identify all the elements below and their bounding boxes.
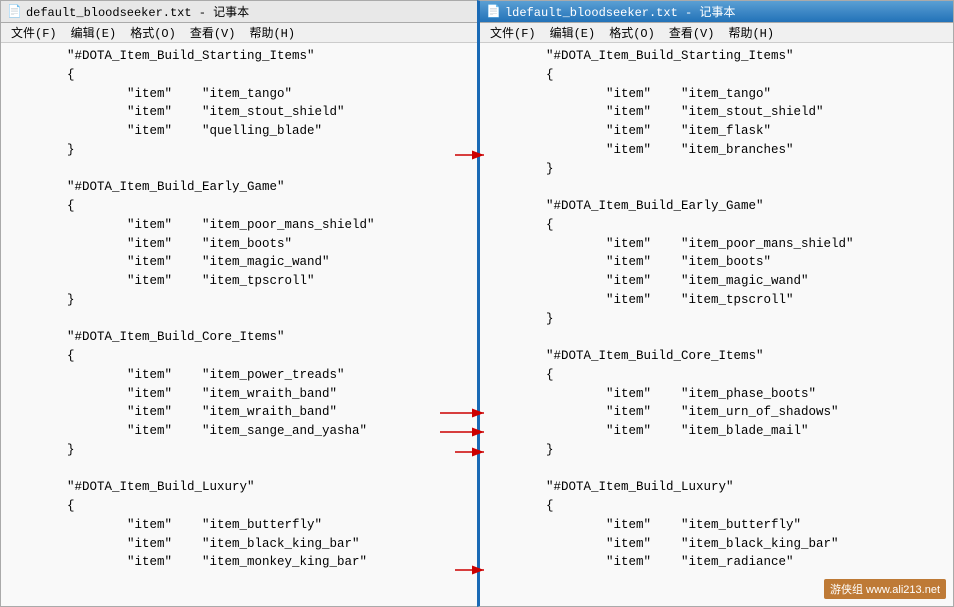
left-menu-file[interactable]: 文件(F) xyxy=(5,23,63,42)
left-menu-bar[interactable]: 文件(F) 编辑(E) 格式(O) 查看(V) 帮助(H) xyxy=(1,23,477,43)
left-window-icon: 📄 xyxy=(7,4,22,19)
watermark: 游侠组 www.ali213.net xyxy=(824,579,946,599)
right-notepad-window: 📄 ldefault_bloodseeker.txt - 记事本 文件(F) 编… xyxy=(477,0,954,607)
left-window-title: default_bloodseeker.txt - 记事本 xyxy=(26,3,249,20)
right-menu-help[interactable]: 帮助(H) xyxy=(722,23,780,42)
left-menu-help[interactable]: 帮助(H) xyxy=(243,23,301,42)
right-menu-view[interactable]: 查看(V) xyxy=(663,23,721,42)
left-menu-format[interactable]: 格式(O) xyxy=(124,23,182,42)
left-menu-view[interactable]: 查看(V) xyxy=(184,23,242,42)
left-title-bar: 📄 default_bloodseeker.txt - 记事本 xyxy=(1,1,477,23)
right-menu-format[interactable]: 格式(O) xyxy=(603,23,661,42)
right-menu-bar[interactable]: 文件(F) 编辑(E) 格式(O) 查看(V) 帮助(H) xyxy=(480,23,953,43)
right-menu-edit[interactable]: 编辑(E) xyxy=(544,23,602,42)
right-window-icon: 📄 xyxy=(486,4,501,19)
app-container: 📄 default_bloodseeker.txt - 记事本 文件(F) 编辑… xyxy=(0,0,954,607)
left-notepad-window: 📄 default_bloodseeker.txt - 记事本 文件(F) 编辑… xyxy=(0,0,477,607)
right-window-title: ldefault_bloodseeker.txt - 记事本 xyxy=(505,3,735,20)
left-menu-edit[interactable]: 编辑(E) xyxy=(65,23,123,42)
right-content-area: "#DOTA_Item_Build_Starting_Items" { "ite… xyxy=(480,43,953,606)
right-menu-file[interactable]: 文件(F) xyxy=(484,23,542,42)
right-title-bar: 📄 ldefault_bloodseeker.txt - 记事本 xyxy=(480,1,953,23)
left-content-area: "#DOTA_Item_Build_Starting_Items" { "ite… xyxy=(1,43,477,606)
